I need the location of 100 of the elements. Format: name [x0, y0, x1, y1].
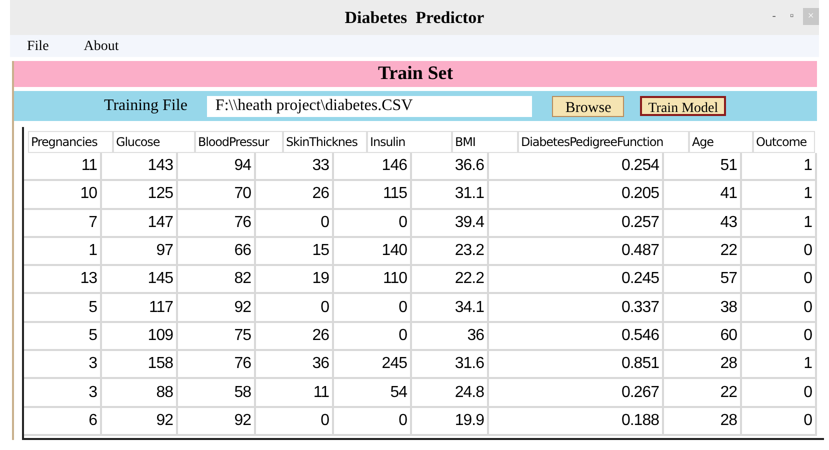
table-cell: 51	[664, 153, 742, 182]
file-path-field[interactable]: F:\\heath project\diabetes.CSV	[207, 96, 532, 116]
table-cell: 36	[256, 351, 334, 380]
table-cell: 3	[24, 351, 102, 380]
table-cell: 22.2	[412, 266, 489, 294]
table-cell: 28	[664, 351, 742, 380]
minimize-button[interactable]: -	[767, 8, 781, 25]
table-cell: 0.188	[489, 408, 664, 436]
table-cell: 0	[334, 408, 412, 436]
table-cell: 115	[334, 181, 412, 210]
section-title: Train Set	[378, 62, 454, 86]
table-cell: 5	[24, 294, 102, 323]
table-cell: 125	[102, 181, 178, 210]
table-cell: 92	[102, 408, 178, 436]
table-cell: 22	[664, 379, 742, 408]
table-cell: 5	[24, 322, 102, 352]
table-cell: 75	[178, 322, 256, 352]
table-cell: 41	[664, 181, 742, 210]
column-header[interactable]: DiabetesPedigreeFunction	[518, 131, 689, 153]
table-cell: 57	[664, 266, 742, 294]
menu-item[interactable]: About	[84, 36, 119, 56]
table-cell: 3	[24, 379, 102, 408]
table-cell: 0	[256, 408, 334, 436]
table-cell: 36	[412, 322, 489, 352]
train-model-button[interactable]: Train Model	[640, 96, 726, 116]
table-cell: 28	[664, 408, 742, 436]
table-cell: 0.267	[489, 379, 664, 408]
table-cell: 0.851	[489, 351, 664, 380]
table-cell: 0.487	[489, 238, 664, 266]
table-cell: 117	[102, 294, 178, 323]
table-cell: 147	[102, 210, 178, 238]
table-cell: 97	[102, 238, 178, 266]
table-cell: 88	[102, 379, 178, 408]
table-cell: 31.1	[412, 181, 489, 210]
column-header[interactable]: Glucose	[113, 131, 195, 153]
column-header[interactable]: Outcome	[753, 131, 815, 153]
table-cell: 0	[256, 294, 334, 323]
table-cell: 0	[742, 379, 817, 408]
table-cell: 0.205	[489, 181, 664, 210]
table-cell: 6	[24, 408, 102, 436]
table-cell: 0	[334, 322, 412, 352]
column-header[interactable]: Age	[689, 131, 753, 153]
table-cell: 145	[102, 266, 178, 294]
table-cell: 54	[334, 379, 412, 408]
table-cell: 92	[178, 294, 256, 323]
table-cell: 245	[334, 351, 412, 380]
column-header[interactable]: SkinThicknes	[283, 131, 367, 153]
table-cell: 0	[334, 210, 412, 238]
table-cell: 70	[178, 181, 256, 210]
table-cell: 0	[334, 294, 412, 323]
table-cell: 22	[664, 238, 742, 266]
table-cell: 0.546	[489, 322, 664, 352]
table-cell: 11	[24, 153, 102, 182]
table-cell: 1	[742, 181, 817, 210]
table-cell: 43	[664, 210, 742, 238]
table-cell: 0.245	[489, 266, 664, 294]
table-cell: 33	[256, 153, 334, 182]
column-header[interactable]: BMI	[452, 131, 518, 153]
table-cell: 0.254	[489, 153, 664, 182]
table-cell: 1	[24, 238, 102, 266]
table-cell: 140	[334, 238, 412, 266]
table-cell: 66	[178, 238, 256, 266]
table-cell: 34.1	[412, 294, 489, 323]
table-cell: 1	[742, 153, 817, 182]
table-cell: 60	[664, 322, 742, 352]
table-cell: 11	[256, 379, 334, 408]
table-cell: 1	[742, 351, 817, 380]
table-cell: 94	[178, 153, 256, 182]
browse-button[interactable]: Browse	[552, 96, 624, 116]
table-cell: 110	[334, 266, 412, 294]
table-cell: 13	[24, 266, 102, 294]
table-cell: 0	[742, 322, 817, 352]
menu-item[interactable]: File	[27, 36, 49, 56]
table-cell: 24.8	[412, 379, 489, 408]
table-cell: 23.2	[412, 238, 489, 266]
table-cell: 58	[178, 379, 256, 408]
maximize-button[interactable]: ▫	[784, 8, 799, 25]
table-cell: 92	[178, 408, 256, 436]
table-cell: 0	[742, 294, 817, 323]
table-cell: 0	[742, 266, 817, 294]
column-header[interactable]: BloodPressur	[195, 131, 283, 153]
table-cell: 38	[664, 294, 742, 323]
table-cell: 19.9	[412, 408, 489, 436]
table-cell: 76	[178, 210, 256, 238]
column-header[interactable]: Pregnancies	[28, 131, 113, 153]
table-cell: 0	[742, 408, 817, 436]
table-cell: 0	[256, 210, 334, 238]
table-cell: 36.6	[412, 153, 489, 182]
table-cell: 26	[256, 181, 334, 210]
table-cell: 76	[178, 351, 256, 380]
table-cell: 143	[102, 153, 178, 182]
table-cell: 0.257	[489, 210, 664, 238]
table-cell: 0.337	[489, 294, 664, 323]
table-cell: 158	[102, 351, 178, 380]
window-title: Diabetes Predictor	[344, 6, 484, 29]
table-cell: 1	[742, 210, 817, 238]
field-label: Training File	[104, 96, 188, 116]
column-header[interactable]: Insulin	[367, 131, 452, 153]
table-cell: 10	[24, 181, 102, 210]
table-cell: 39.4	[412, 210, 489, 238]
